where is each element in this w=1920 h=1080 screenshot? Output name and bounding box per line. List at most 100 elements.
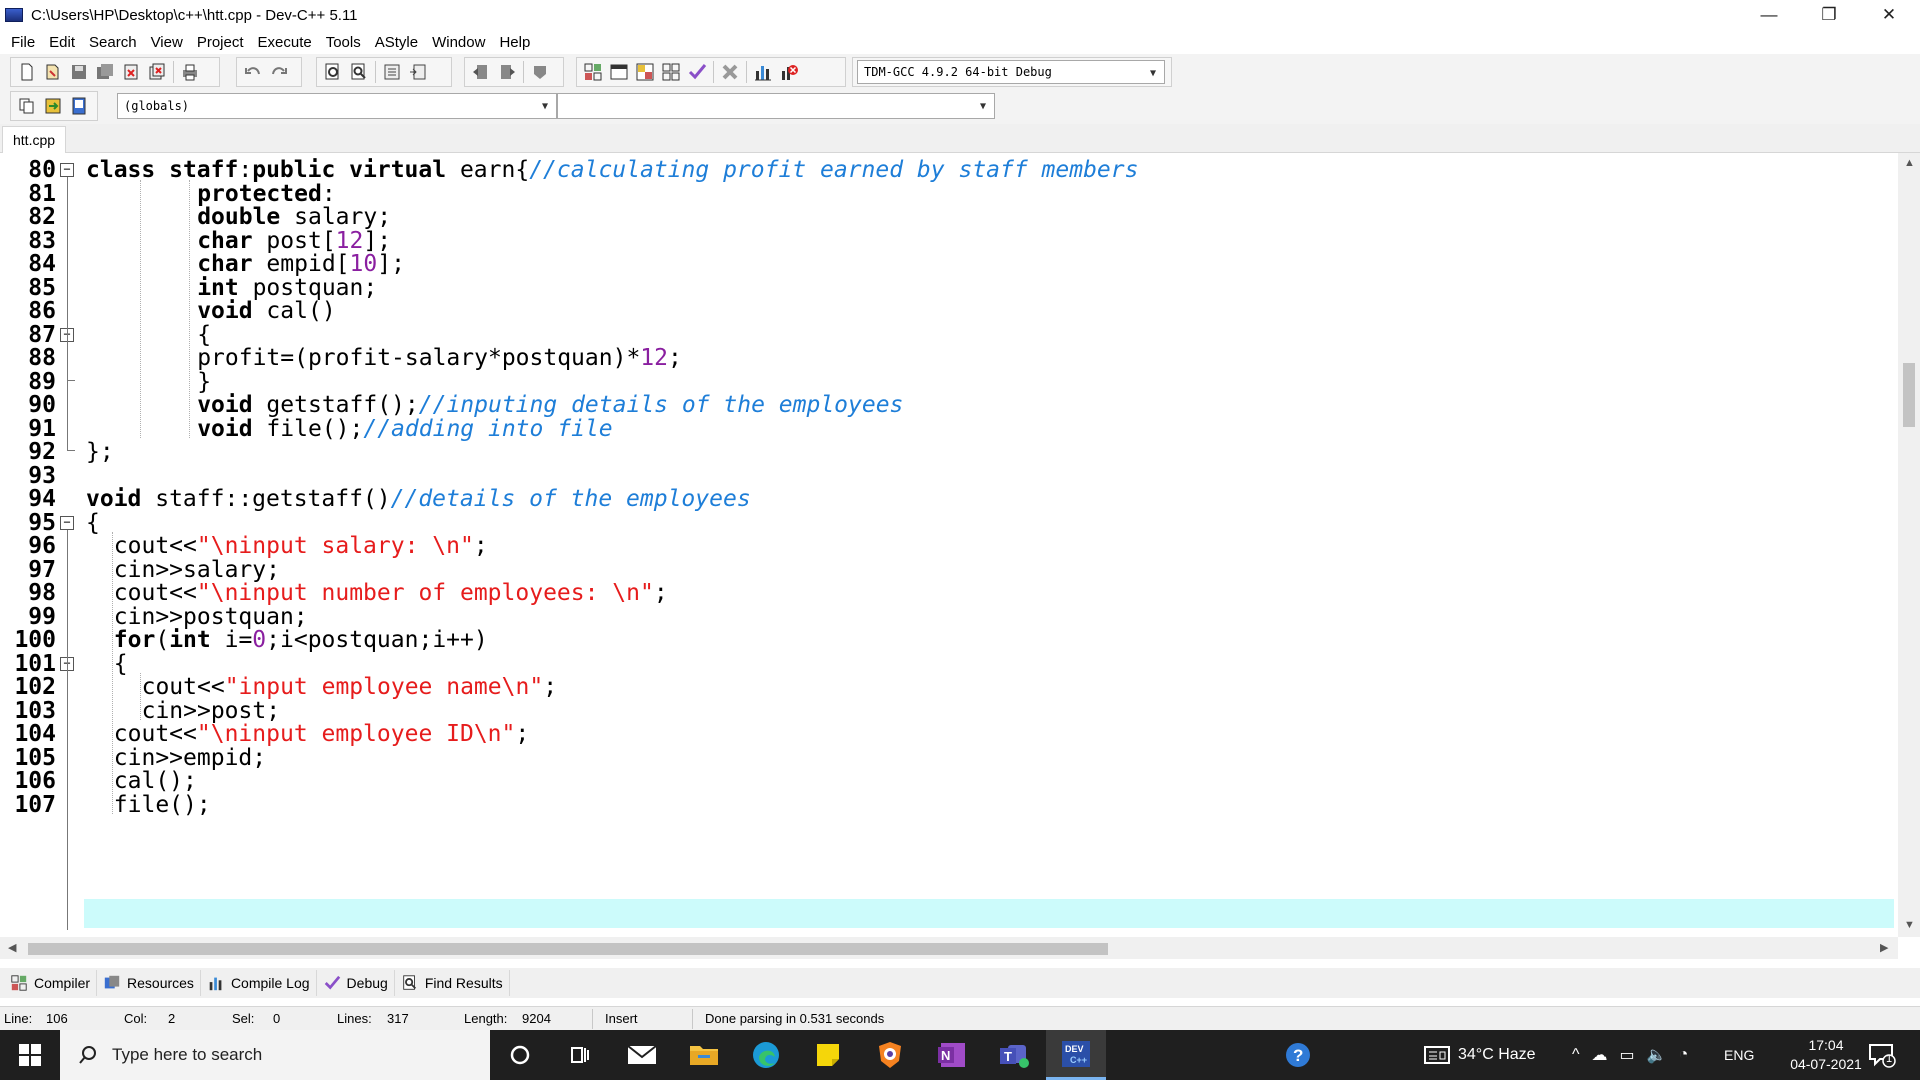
add-to-project-icon[interactable] — [40, 93, 66, 119]
cortana-icon[interactable] — [490, 1030, 550, 1080]
print-icon[interactable] — [177, 59, 203, 85]
indent-icon[interactable] — [379, 59, 405, 85]
code-line[interactable]: { — [114, 650, 128, 679]
battery-icon[interactable]: ▭ — [1620, 1045, 1635, 1065]
code-line[interactable]: for(int i=0;i<postquan;i++) — [114, 626, 488, 655]
maximize-button[interactable]: ❐ — [1802, 0, 1856, 30]
news-weather-icon — [1424, 1046, 1450, 1064]
line-number: 107 — [14, 791, 56, 818]
delete-profile-icon[interactable] — [776, 59, 802, 85]
minimize-button[interactable]: — — [1742, 0, 1796, 30]
goto-line-icon[interactable] — [527, 59, 553, 85]
notification-center[interactable]: 1 — [1868, 1030, 1896, 1080]
help-icon[interactable]: ? — [1284, 1030, 1312, 1080]
tab-htt-cpp[interactable]: htt.cpp — [2, 126, 67, 153]
tab-compile-log-label: Compile Log — [230, 975, 310, 991]
start-button[interactable] — [0, 1030, 60, 1080]
menu-view[interactable]: View — [144, 34, 190, 51]
save-icon[interactable] — [66, 59, 92, 85]
onedrive-icon[interactable]: ☁ — [1592, 1045, 1608, 1065]
taskbar-search[interactable]: Type here to search — [60, 1030, 490, 1080]
syntax-check-icon[interactable] — [684, 59, 710, 85]
code-editor[interactable]: 80−81828384858687−8889909192939495−96979… — [0, 153, 1920, 937]
save-all-icon[interactable] — [92, 59, 118, 85]
mail-icon[interactable] — [612, 1030, 672, 1080]
task-view-icon[interactable] — [550, 1030, 610, 1080]
file-explorer-icon[interactable] — [674, 1030, 734, 1080]
code-line[interactable]: void staff::getstaff()//details of the e… — [86, 485, 751, 514]
menu-tools[interactable]: Tools — [319, 34, 368, 51]
vertical-scrollbar[interactable]: ▲ ▼ — [1898, 153, 1920, 937]
compiler-select[interactable]: TDM-GCC 4.9.2 64-bit Debug ▼ — [857, 60, 1165, 84]
svg-text:C++: C++ — [1070, 1055, 1087, 1065]
close-file-icon[interactable] — [118, 59, 144, 85]
profile-icon[interactable] — [750, 59, 776, 85]
volume-icon[interactable]: 🔈 — [1647, 1045, 1667, 1065]
compile-run-icon[interactable] — [632, 59, 658, 85]
menu-astyle[interactable]: AStyle — [368, 34, 425, 51]
horizontal-scroll-thumb[interactable] — [28, 943, 1108, 955]
run-icon[interactable] — [606, 59, 632, 85]
menu-window[interactable]: Window — [425, 34, 492, 51]
menu-edit[interactable]: Edit — [42, 34, 82, 51]
brave-browser-icon[interactable] — [860, 1030, 920, 1080]
scroll-down-icon[interactable]: ▼ — [1904, 919, 1915, 931]
fold-collapse-icon[interactable]: − — [60, 515, 74, 530]
weather-widget[interactable]: 34°C Haze — [1424, 1030, 1536, 1080]
code-line[interactable]: void cal() — [197, 297, 335, 326]
close-all-icon[interactable] — [144, 59, 170, 85]
status-sel-label: Sel: — [232, 1011, 255, 1026]
stop-execution-icon[interactable] — [717, 59, 743, 85]
show-hidden-icons-icon[interactable]: ^ — [1572, 1046, 1580, 1064]
devcpp-taskbar-icon[interactable]: DEV C++ — [1046, 1030, 1106, 1080]
tab-find-results[interactable]: Find Results — [395, 970, 510, 996]
open-file-icon[interactable] — [40, 59, 66, 85]
code-line[interactable]: void file();//adding into file — [197, 415, 612, 444]
undo-icon[interactable] — [240, 59, 266, 85]
code-line[interactable]: }; — [86, 438, 114, 467]
replace-icon[interactable] — [346, 59, 372, 85]
vertical-scroll-thumb[interactable] — [1903, 363, 1915, 427]
menu-help[interactable]: Help — [492, 34, 537, 51]
line-number-gutter: 80−81828384858687−8889909192939495−96979… — [0, 153, 82, 937]
compiler-select-value: TDM-GCC 4.9.2 64-bit Debug — [864, 65, 1052, 79]
indent-guide — [111, 532, 113, 814]
wifi-icon[interactable]: ◔ — [1679, 1046, 1689, 1064]
code-line[interactable]: profit=(profit-salary*postquan)*12; — [197, 344, 682, 373]
code-line[interactable]: { — [86, 509, 100, 538]
edge-browser-icon[interactable] — [736, 1030, 796, 1080]
menu-project[interactable]: Project — [190, 34, 251, 51]
menu-execute[interactable]: Execute — [251, 34, 319, 51]
scroll-up-icon[interactable]: ▲ — [1904, 157, 1915, 169]
compile-icon[interactable] — [580, 59, 606, 85]
new-project-icon[interactable] — [14, 93, 40, 119]
scroll-left-icon[interactable]: ◀ — [8, 941, 16, 954]
rebuild-all-icon[interactable] — [658, 59, 684, 85]
language-indicator[interactable]: ENG — [1724, 1030, 1754, 1080]
close-button[interactable]: ✕ — [1862, 0, 1916, 30]
menu-search[interactable]: Search — [82, 34, 144, 51]
tab-compiler[interactable]: Compiler — [4, 970, 98, 996]
bookmark-prev-icon[interactable] — [468, 59, 494, 85]
status-lines-label: Lines: — [337, 1011, 372, 1026]
project-options-icon[interactable] — [66, 93, 92, 119]
code-line[interactable]: file(); — [114, 791, 211, 820]
scope-select[interactable]: (globals) ▼ — [117, 93, 557, 119]
tab-compile-log[interactable]: Compile Log — [201, 970, 317, 996]
bookmark-next-icon[interactable] — [494, 59, 520, 85]
find-results-icon — [401, 974, 419, 992]
scroll-right-icon[interactable]: ▶ — [1880, 941, 1888, 954]
redo-icon[interactable] — [266, 59, 292, 85]
horizontal-scrollbar[interactable]: ◀ ▶ — [0, 937, 1898, 959]
find-icon[interactable] — [320, 59, 346, 85]
onenote-icon[interactable]: N — [922, 1030, 982, 1080]
unindent-icon[interactable] — [405, 59, 431, 85]
menu-file[interactable]: File — [4, 34, 42, 51]
member-select[interactable]: ▼ — [557, 93, 995, 119]
fold-collapse-icon[interactable]: − — [60, 163, 74, 177]
tab-debug[interactable]: Debug — [317, 970, 395, 996]
new-file-icon[interactable] — [14, 59, 40, 85]
tab-resources[interactable]: Resources — [97, 970, 201, 996]
sticky-notes-icon[interactable] — [798, 1030, 858, 1080]
teams-icon[interactable]: T — [984, 1030, 1044, 1080]
